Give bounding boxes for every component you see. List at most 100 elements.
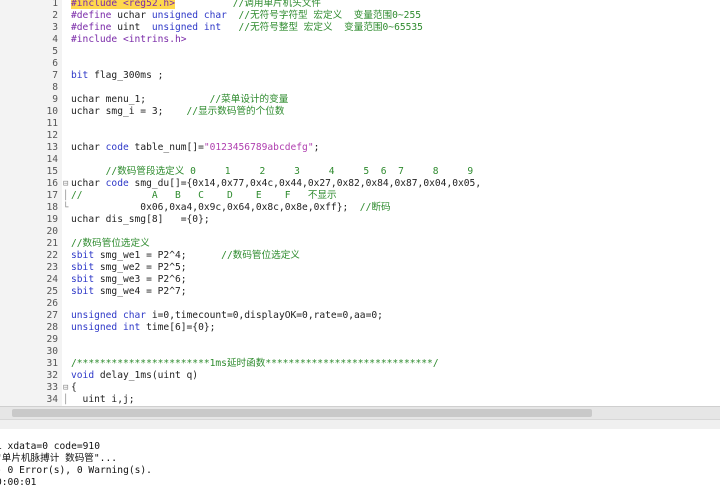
code-text[interactable]: uchar smg_i = 3; //显示数码管的个位数 xyxy=(71,106,284,118)
code-text[interactable]: { xyxy=(71,382,77,394)
line-number: 11 xyxy=(46,118,58,129)
code-token: code xyxy=(105,142,129,153)
code-text[interactable]: #define uint unsigned int //无符号整型 宏定义 变量… xyxy=(71,22,423,34)
code-text[interactable]: uchar menu_1; //菜单设计的变量 xyxy=(71,94,288,106)
code-text[interactable]: uchar code table_num[]="0123456789abcdef… xyxy=(71,142,319,154)
code-token: #include <intrins.h> xyxy=(71,34,187,45)
code-token: unsigned char xyxy=(151,10,227,21)
code-token: uchar dis_smg[8] ={0}; xyxy=(71,214,210,225)
code-token: uchar xyxy=(71,178,106,189)
code-token: //显示数码管的个位数 xyxy=(163,106,285,117)
code-token: smg_we1 = P2^4; xyxy=(94,250,187,261)
code-token: 0x06,0xa4,0x9c,0x64,0x8c,0x8e,0xff}; xyxy=(71,202,349,213)
output-line: "单片机脉搏计 数码管"... xyxy=(0,453,117,464)
line-number: 2 xyxy=(52,10,58,21)
code-text[interactable]: uchar dis_smg[8] ={0}; xyxy=(71,214,210,226)
code-text[interactable]: uint i,j; xyxy=(71,394,135,406)
code-text[interactable]: sbit smg_we4 = P2^7; xyxy=(71,286,187,298)
line-number: 34 xyxy=(46,394,58,405)
code-token: uchar xyxy=(71,142,106,153)
line-number: 26 xyxy=(46,298,58,309)
code-token: uchar menu_1; xyxy=(71,94,147,105)
line-number: 4 xyxy=(52,34,58,45)
line-number: 12 xyxy=(46,130,58,141)
code-token: smg_we4 = P2^7; xyxy=(94,286,187,297)
line-number: 17 xyxy=(46,190,58,201)
line-number: 10 xyxy=(46,106,58,117)
code-token: smg_we3 = P2^6; xyxy=(94,274,187,285)
code-text[interactable]: #include <intrins.h> xyxy=(71,34,187,46)
code-token: { xyxy=(71,382,77,393)
horizontal-scrollbar[interactable] xyxy=(0,406,720,419)
code-token: //调用单片机头文件 xyxy=(174,0,322,9)
code-text[interactable]: //数码管位选定义 xyxy=(71,238,150,250)
fold-toggle-icon[interactable]: ⊟ xyxy=(63,178,70,190)
code-token: uint xyxy=(111,22,152,33)
line-number: 16 xyxy=(46,178,58,189)
code-token: i=0,timecount=0,displayOK=0,rate=0,aa=0; xyxy=(146,310,383,321)
code-text[interactable]: unsigned int time[6]={0}; xyxy=(71,322,215,334)
line-number: 15 xyxy=(46,166,58,177)
code-lines[interactable]: 1 #include <reg52.h> //调用单片机头文件 2 #define u… xyxy=(0,0,720,410)
output-line: - 0 Error(s), 0 Warning(s). xyxy=(0,465,152,476)
code-text[interactable]: unsigned char i=0,timecount=0,displayOK=… xyxy=(71,310,383,322)
code-token: //数码管位选定义 xyxy=(71,238,150,249)
code-token: bit xyxy=(71,70,89,81)
output-line: 1 xdata=0 code=910 xyxy=(0,441,100,452)
code-text[interactable]: //数码管段选定义 0 1 2 3 4 5 6 7 8 9 xyxy=(71,166,474,178)
code-text[interactable]: #define uchar unsigned char //无符号字符型 宏定义… xyxy=(71,10,421,22)
code-editor[interactable]: 1 #include <reg52.h> //调用单片机头文件 2 #define u… xyxy=(0,0,720,410)
code-token: // A B C D E F 不显示 xyxy=(71,190,337,201)
code-token: "0123456789abcdefg" xyxy=(203,142,314,153)
code-token: sbit xyxy=(71,262,95,273)
output-line: 0:00:01 xyxy=(0,477,37,488)
code-text[interactable]: #include <reg52.h> //调用单片机头文件 xyxy=(71,0,321,10)
code-token: void xyxy=(71,370,95,381)
code-token: flag_300ms ; xyxy=(88,70,164,81)
build-output-panel: 1 xdata=0 code=910 "单片机脉搏计 数码管"... - 0 Err… xyxy=(0,429,720,488)
code-text[interactable]: uchar code smg_du[]={0x14,0x77,0x4c,0x44… xyxy=(71,178,481,190)
code-token: //数码管位选定义 xyxy=(186,250,300,261)
code-token: uchar smg_i = 3; xyxy=(71,106,164,117)
code-text[interactable]: 0x06,0xa4,0x9c,0x64,0x8c,0x8e,0xff}; //断… xyxy=(71,202,390,214)
line-number: 28 xyxy=(46,322,58,333)
fold-guide: │ xyxy=(63,395,69,405)
code-token: time[6]={0}; xyxy=(140,322,216,333)
line-number: 20 xyxy=(46,226,58,237)
code-token: #define xyxy=(71,22,112,33)
code-token: smg_we2 = P2^5; xyxy=(94,262,187,273)
code-token: uchar xyxy=(111,10,152,21)
code-token: /***********************1ms延时函数*********… xyxy=(71,358,439,369)
code-token: #define xyxy=(71,10,112,21)
code-token: #include <reg52.h> xyxy=(71,0,175,9)
line-number: 18 xyxy=(46,202,58,213)
line-number: 8 xyxy=(52,82,58,93)
code-token: sbit xyxy=(71,274,95,285)
line-number: 7 xyxy=(52,70,58,81)
code-token: sbit xyxy=(71,286,95,297)
line-number: 23 xyxy=(46,262,58,273)
scrollbar-thumb[interactable] xyxy=(12,409,592,417)
code-text[interactable]: /***********************1ms延时函数*********… xyxy=(71,358,439,370)
line-number: 30 xyxy=(46,346,58,357)
code-text[interactable]: sbit smg_we1 = P2^4; //数码管位选定义 xyxy=(71,250,300,262)
code-token: //数码管段选定义 0 1 2 3 4 5 6 7 8 9 xyxy=(71,166,474,177)
fold-toggle-icon[interactable]: ⊟ xyxy=(63,382,70,394)
line-number: 19 xyxy=(46,214,58,225)
line-number: 22 xyxy=(46,250,58,261)
line-number: 5 xyxy=(52,46,58,57)
line-number: 14 xyxy=(46,154,58,165)
code-text[interactable]: // A B C D E F 不显示 xyxy=(71,190,337,202)
code-text[interactable]: bit flag_300ms ; xyxy=(71,70,163,82)
line-number: 9 xyxy=(52,94,58,105)
line-number: 3 xyxy=(52,22,58,33)
line-number: 27 xyxy=(46,310,58,321)
line-number: 33 xyxy=(46,382,58,393)
code-text[interactable]: sbit smg_we3 = P2^6; xyxy=(71,274,187,286)
code-token: sbit xyxy=(71,250,95,261)
code-token: table_num[]= xyxy=(128,142,204,153)
code-text[interactable]: sbit smg_we2 = P2^5; xyxy=(71,262,187,274)
fold-guide: │ xyxy=(63,191,69,201)
code-text[interactable]: void delay_1ms(uint q) xyxy=(71,370,198,382)
line-number: 6 xyxy=(52,58,58,69)
